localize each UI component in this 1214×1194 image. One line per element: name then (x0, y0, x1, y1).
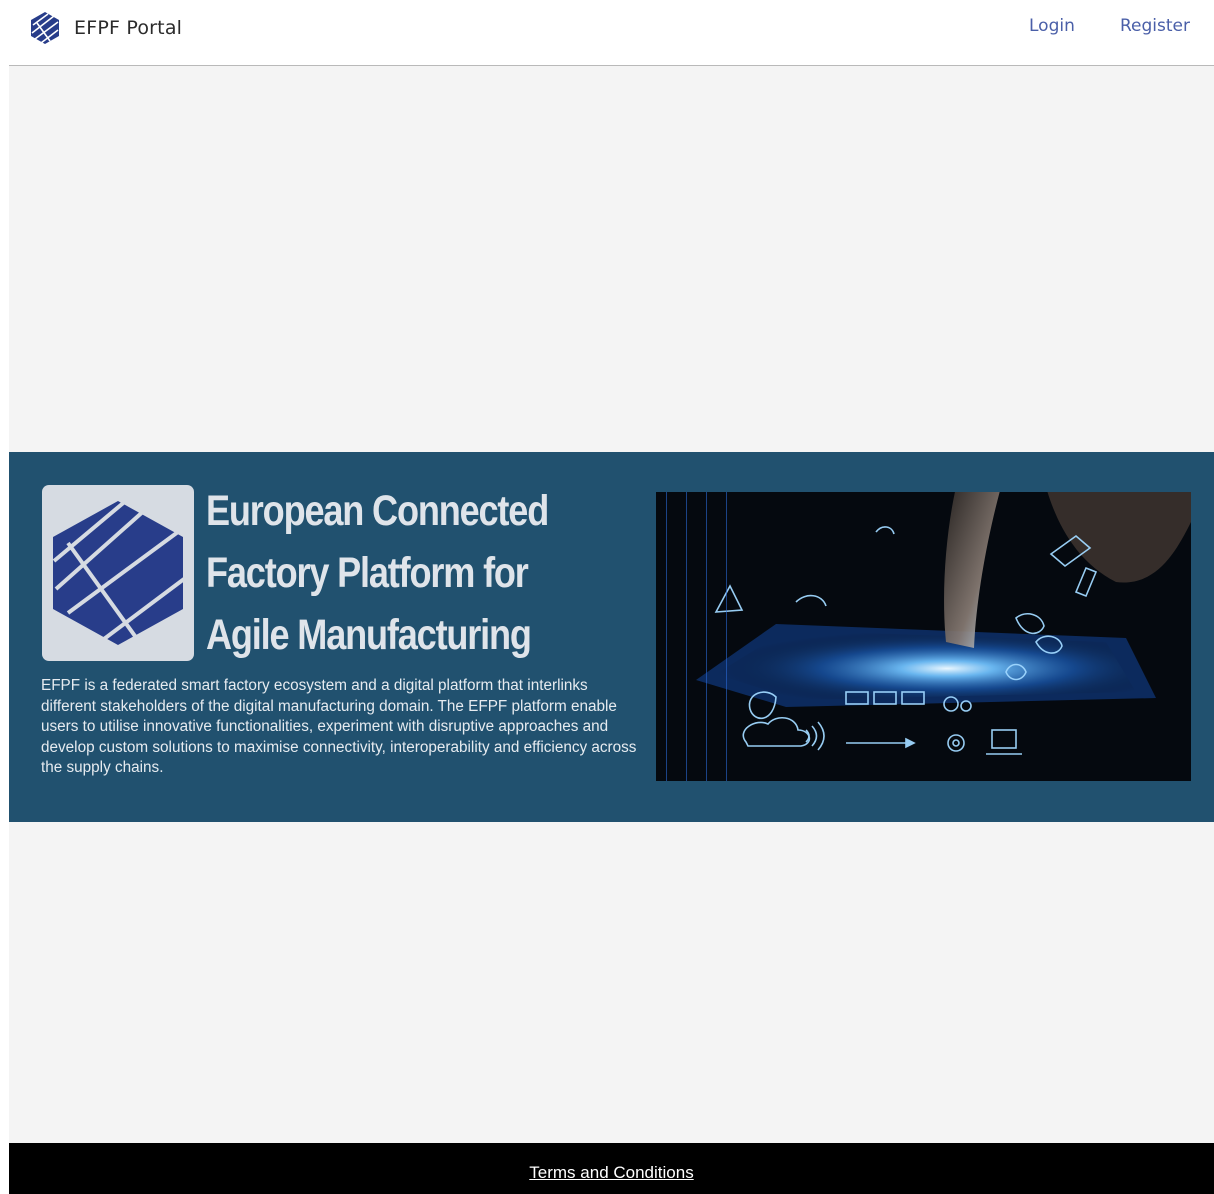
top-navbar: EFPF Portal Login Register (0, 0, 1214, 65)
register-link[interactable]: Register (1120, 16, 1190, 36)
hero-title: European Connected Factory Platform for … (206, 487, 549, 659)
login-link[interactable]: Login (1029, 16, 1075, 36)
digital-tablet-network-illustration-icon (656, 492, 1191, 781)
efpf-hexagon-logo-icon (52, 497, 186, 645)
brand-name: EFPF Portal (74, 17, 183, 39)
page-footer: Terms and Conditions (9, 1143, 1214, 1194)
terms-and-conditions-link[interactable]: Terms and Conditions (9, 1163, 1214, 1183)
efpf-logo-icon (31, 12, 59, 44)
brand-link[interactable]: EFPF Portal (28, 10, 182, 46)
hero-logo (42, 485, 194, 661)
hero-image (656, 492, 1191, 781)
hero-description: EFPF is a federated smart factory ecosys… (41, 677, 637, 777)
hero-banner: European Connected Factory Platform for … (9, 452, 1214, 822)
